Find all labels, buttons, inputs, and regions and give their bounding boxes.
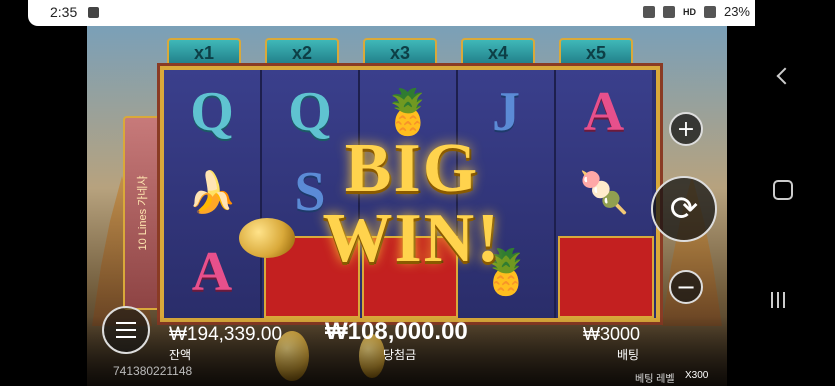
symbol-sweets: 🍡 [579,169,629,215]
gallery-icon [88,7,99,18]
symbol-banana: 🍌 [187,169,237,215]
symbol-a: A [191,241,233,303]
multiplier-4: x4 [461,38,535,68]
home-icon[interactable] [773,180,793,200]
reel-1: Q 🍌 A [164,70,262,318]
gold-coin [239,218,295,258]
battery-percent: 23% [723,4,750,19]
system-nav-bar [755,0,835,386]
big-win-line2: WIN! [322,200,502,277]
symbol-a: A [583,81,625,143]
lines-panel: 10 Lines 가네샤 [123,116,161,310]
symbol-golden-rat [558,236,654,318]
big-win-line1: BIG [344,130,480,207]
big-win-banner: BIG WIN! [297,134,527,274]
game-viewport[interactable]: x1 x2 x3 x4 x5 10 Lines 가네샤 Q 🍌 A Q S 🍍 … [87,26,727,386]
status-bar: 2:35 HD 23% [28,0,784,26]
lines-label: 10 Lines 가네샤 [137,175,149,251]
bet-level-label: 베팅 레벨 [635,374,675,385]
bet-value: ₩3000 [583,324,641,344]
refresh-icon[interactable]: ⟳ [651,176,717,242]
win-value: ₩108,000.00 [325,318,468,345]
multiplier-5: x5 [559,38,633,68]
recents-icon[interactable] [771,292,785,308]
reel-5: A 🍡 [556,70,654,318]
mute-icon [642,5,655,18]
back-icon[interactable] [776,67,794,85]
bet-level-value: X300 [685,370,709,381]
wifi-icon [662,5,675,18]
status-icons: HD 23% [642,4,768,19]
multiplier-1: x1 [167,38,241,68]
win-label: 당첨금 [383,348,417,362]
session-id: 741380221148 [113,364,193,378]
signal-icon [703,5,716,18]
network-label: HD [682,6,696,17]
plus-icon[interactable]: + [669,112,703,146]
multiplier-2: x2 [265,38,339,68]
symbol-q: Q [190,81,234,143]
status-time: 2:35 [50,4,78,20]
hamburger-menu-icon[interactable] [102,306,150,354]
minus-icon[interactable]: − [669,270,703,304]
balance-value: ₩194,339.00 [169,324,283,345]
balance-label: 잔액 [169,348,192,362]
bet-label: 배팅 [617,348,640,362]
multiplier-3: x3 [363,38,437,68]
